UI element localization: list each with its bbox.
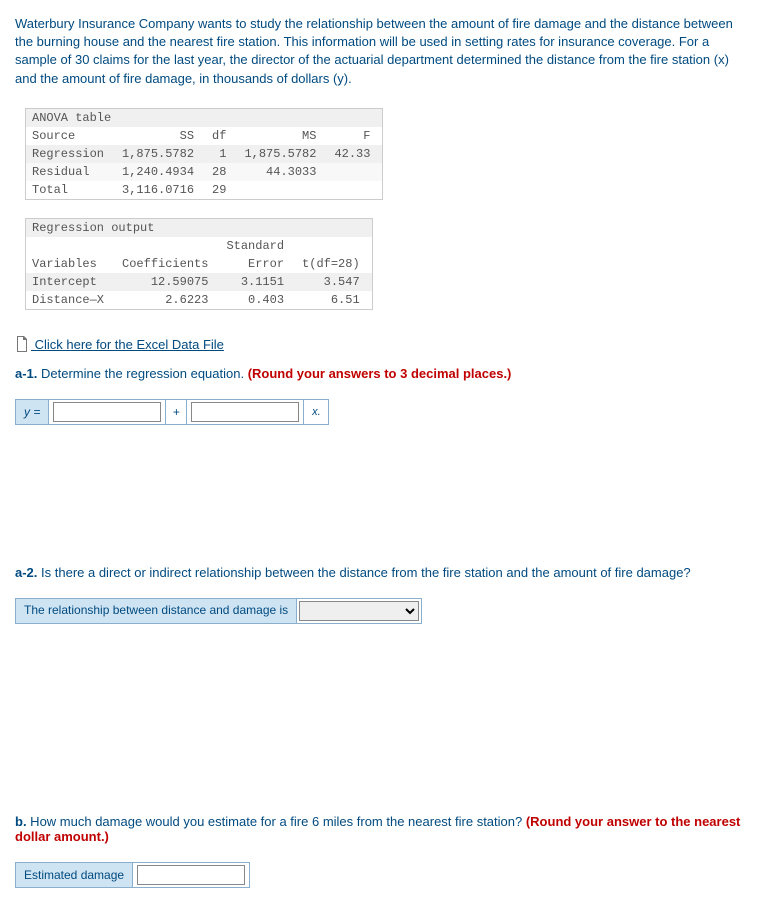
- regout-h-t: t(df=28): [296, 255, 372, 273]
- question-a2: a-2. Is there a direct or indirect relat…: [15, 565, 745, 580]
- table-row: Residual: [26, 163, 116, 181]
- anova-table: ANOVA table Source SS df MS F Regression…: [25, 108, 383, 200]
- table-row: Total: [26, 181, 116, 199]
- anova-title: ANOVA table: [26, 109, 382, 127]
- estimated-damage-input[interactable]: [137, 865, 245, 885]
- regout-title: Regression output: [26, 219, 372, 237]
- regout-h-se1: Standard: [220, 237, 296, 255]
- question-a1: a-1. Determine the regression equation. …: [15, 366, 745, 381]
- excel-file-link[interactable]: Click here for the Excel Data File: [31, 337, 224, 352]
- regout-h-coef: Coefficients: [116, 255, 220, 273]
- relationship-select[interactable]: [299, 601, 419, 621]
- x-suffix-label: x.: [304, 399, 329, 425]
- anova-h-ms: MS: [238, 127, 328, 145]
- table-row: Regression: [26, 145, 116, 163]
- estimated-damage-label: Estimated damage: [15, 862, 133, 888]
- question-b: b. How much damage would you estimate fo…: [15, 814, 745, 844]
- regression-equation-inputs: y = + x.: [15, 399, 329, 425]
- intro-paragraph: Waterbury Insurance Company wants to stu…: [15, 15, 745, 88]
- plus-label: +: [166, 399, 187, 425]
- regout-h-vars: Variables: [26, 255, 116, 273]
- regression-output-table: Regression output Standard Variables Coe…: [25, 218, 373, 310]
- estimated-damage-row: Estimated damage: [15, 862, 250, 888]
- intercept-input[interactable]: [53, 402, 161, 422]
- slope-input[interactable]: [191, 402, 299, 422]
- y-equals-label: y =: [15, 399, 49, 425]
- table-row: Distance—X: [26, 291, 116, 309]
- relationship-select-row: The relationship between distance and da…: [15, 598, 422, 624]
- anova-h-source: Source: [26, 127, 116, 145]
- anova-h-df: df: [206, 127, 238, 145]
- file-icon: [15, 336, 29, 352]
- regout-h-se2: Error: [220, 255, 296, 273]
- anova-h-ss: SS: [116, 127, 206, 145]
- anova-h-f: F: [328, 127, 382, 145]
- relationship-label: The relationship between distance and da…: [15, 598, 297, 624]
- table-row: Intercept: [26, 273, 116, 291]
